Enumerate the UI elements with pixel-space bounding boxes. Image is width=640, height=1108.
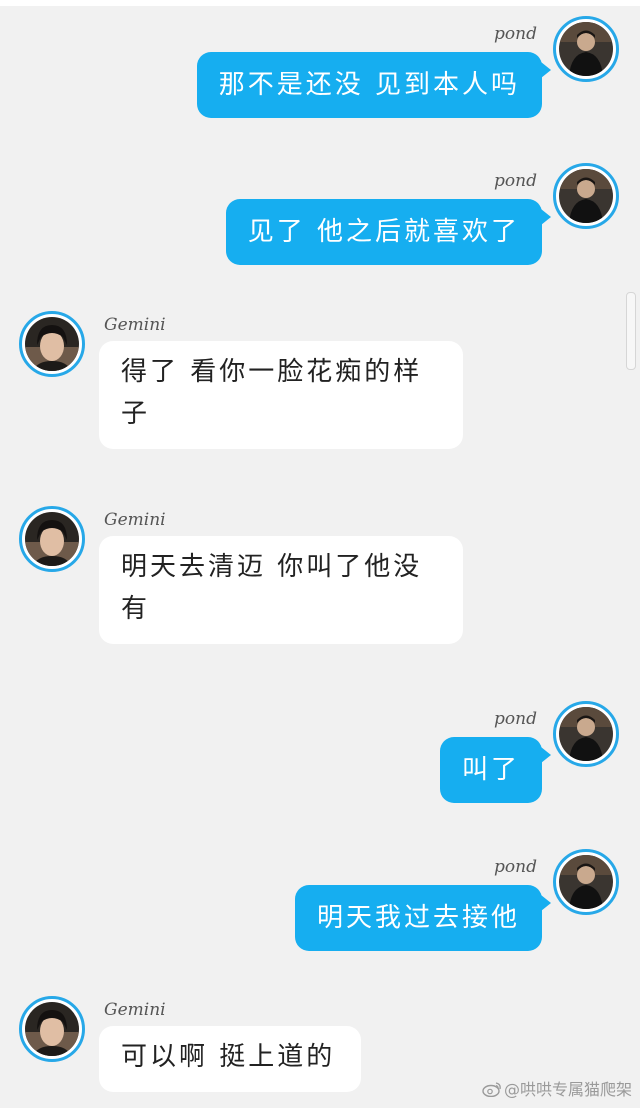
- sender-name: pond: [494, 709, 537, 729]
- pond-avatar-image: [559, 855, 613, 909]
- message-text: 明天我过去接他: [316, 903, 520, 933]
- avatar[interactable]: [19, 311, 85, 377]
- gemini-avatar-image: [25, 1002, 79, 1056]
- bubble-tail: [541, 747, 551, 763]
- bubble-tail: [541, 209, 551, 225]
- bubble-tail: [541, 895, 551, 911]
- message-text: 得了 看你一脸花痴的样子: [121, 357, 423, 429]
- message-text: 可以啊 挺上道的: [121, 1042, 336, 1072]
- message-text: 明天去清迈 你叫了他没有: [121, 552, 423, 624]
- sender-name: Gemini: [104, 1000, 166, 1020]
- avatar[interactable]: [19, 506, 85, 572]
- watermark-text: @哄哄专属猫爬架: [503, 1080, 632, 1099]
- message-bubble[interactable]: 明天去清迈 你叫了他没有: [99, 536, 463, 644]
- sender-name: pond: [494, 171, 537, 191]
- avatar[interactable]: [553, 16, 619, 82]
- weibo-icon: [482, 1082, 501, 1097]
- message-text: 见了 他之后就喜欢了: [247, 217, 520, 247]
- sender-name: Gemini: [104, 315, 166, 335]
- pond-avatar-image: [559, 169, 613, 223]
- avatar[interactable]: [553, 163, 619, 229]
- gemini-avatar-image: [25, 317, 79, 371]
- avatar[interactable]: [19, 996, 85, 1062]
- pond-avatar-image: [559, 707, 613, 761]
- message-bubble[interactable]: 得了 看你一脸花痴的样子: [99, 341, 463, 449]
- sender-name: Gemini: [104, 510, 166, 530]
- message-bubble[interactable]: 明天我过去接他: [294, 885, 551, 951]
- message-text: 叫了: [461, 755, 520, 785]
- message-bubble[interactable]: 可以啊 挺上道的: [99, 1026, 361, 1092]
- message-bubble[interactable]: 见了 他之后就喜欢了: [225, 199, 551, 265]
- message-bubble[interactable]: 叫了: [439, 737, 551, 803]
- message-text: 那不是还没 见到本人吗: [218, 70, 520, 100]
- avatar[interactable]: [553, 849, 619, 915]
- avatar[interactable]: [553, 701, 619, 767]
- watermark: @哄哄专属猫爬架: [482, 1076, 632, 1100]
- gemini-avatar-image: [25, 512, 79, 566]
- bubble-tail: [541, 62, 551, 78]
- message-bubble[interactable]: 那不是还没 见到本人吗: [196, 52, 551, 118]
- pond-avatar-image: [559, 22, 613, 76]
- sender-name: pond: [494, 24, 537, 44]
- chat-thread: pond 那不是还没 见到本人吗 pond 见了 他之后就喜欢了 Gemini …: [0, 0, 640, 1108]
- scrollbar-thumb[interactable]: [626, 292, 636, 370]
- sender-name: pond: [494, 857, 537, 877]
